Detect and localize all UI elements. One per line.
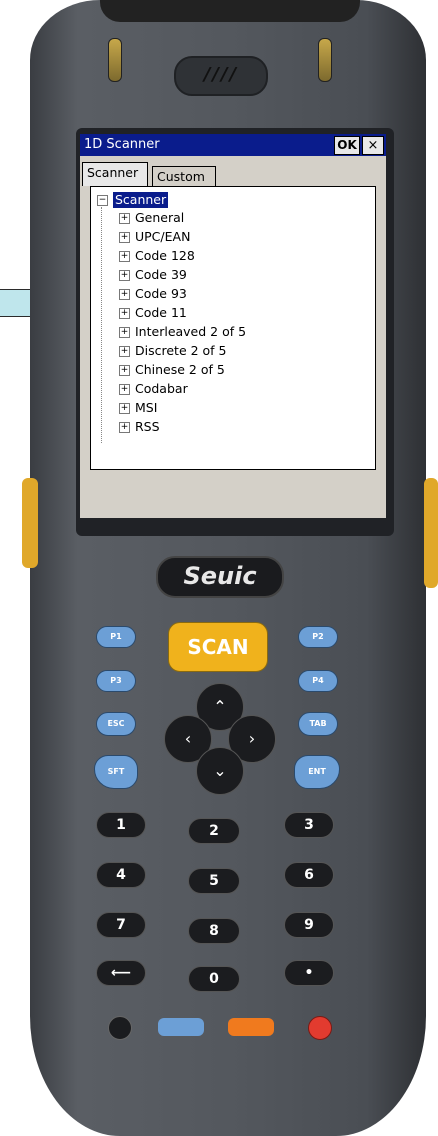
- expand-icon[interactable]: +: [119, 270, 130, 281]
- tree-item-label: Code 39: [135, 267, 187, 282]
- left-indicator-led: [108, 38, 122, 82]
- right-indicator-led: [318, 38, 332, 82]
- key-7[interactable]: 7: [96, 912, 146, 938]
- key-8[interactable]: 8: [188, 918, 240, 944]
- tree-item-label: Code 128: [135, 248, 195, 263]
- key-label: 0: [209, 971, 219, 987]
- tree-item-label: Codabar: [135, 381, 188, 396]
- p4-key[interactable]: P4: [298, 670, 338, 692]
- expand-icon[interactable]: +: [119, 232, 130, 243]
- tree-item-label: MSI: [135, 400, 158, 415]
- key-label: 4: [116, 867, 126, 883]
- key-label: 8: [209, 923, 219, 939]
- tree-item-label: Code 93: [135, 286, 187, 301]
- key-3[interactable]: 3: [284, 812, 334, 838]
- key-label: 7: [116, 917, 126, 933]
- power-key[interactable]: [308, 1016, 332, 1040]
- expand-icon[interactable]: +: [119, 422, 130, 433]
- scanner-tree-view[interactable]: − Scanner + General + UPC/EAN + Code 128 + C…: [90, 186, 376, 470]
- tree-item-label: Code 11: [135, 305, 187, 320]
- key-label: ⟵: [110, 965, 132, 981]
- tree-item-label: RSS: [135, 419, 160, 434]
- key-6[interactable]: 6: [284, 862, 334, 888]
- p2-key[interactable]: P2: [298, 626, 338, 648]
- tree-item-label: Chinese 2 of 5: [135, 362, 225, 377]
- backlight-key[interactable]: [108, 1016, 132, 1040]
- key-label: 9: [304, 917, 314, 933]
- tree-item-label: General: [135, 210, 185, 225]
- p3-key[interactable]: P3: [96, 670, 136, 692]
- close-button[interactable]: ×: [362, 136, 384, 155]
- dot-key[interactable]: •: [284, 960, 334, 986]
- key-label: 3: [304, 817, 314, 833]
- left-side-button[interactable]: [22, 478, 38, 568]
- down-arrow-key[interactable]: ⌄: [196, 747, 244, 795]
- tab-scanner[interactable]: Scanner: [82, 162, 148, 186]
- shift-key[interactable]: SFT: [94, 755, 138, 789]
- expand-icon[interactable]: +: [119, 213, 130, 224]
- expand-icon[interactable]: +: [119, 365, 130, 376]
- expand-icon[interactable]: +: [119, 289, 130, 300]
- tab-key[interactable]: TAB: [298, 712, 338, 736]
- key-9[interactable]: 9: [284, 912, 334, 938]
- expand-icon[interactable]: +: [119, 308, 130, 319]
- ok-button[interactable]: OK: [334, 136, 360, 155]
- backspace-key[interactable]: ⟵: [96, 960, 146, 986]
- key-5[interactable]: 5: [188, 868, 240, 894]
- expand-icon[interactable]: +: [119, 327, 130, 338]
- device-top-cap: [100, 0, 360, 22]
- blue-function-key[interactable]: [158, 1018, 204, 1036]
- key-4[interactable]: 4: [96, 862, 146, 888]
- scan-key[interactable]: SCAN: [168, 622, 268, 672]
- key-label: 1: [116, 817, 126, 833]
- title-bar: 1D Scanner OK ×: [80, 134, 386, 156]
- device-screen: 1D Scanner OK × Scanner Custom − Scanner…: [80, 134, 386, 518]
- window-title: 1D Scanner: [84, 137, 160, 152]
- expand-icon[interactable]: +: [119, 403, 130, 414]
- key-0[interactable]: 0: [188, 966, 240, 992]
- esc-key[interactable]: ESC: [96, 712, 136, 736]
- right-side-button[interactable]: [424, 478, 438, 588]
- key-2[interactable]: 2: [188, 818, 240, 844]
- tree-item-label: Interleaved 2 of 5: [135, 324, 247, 339]
- tree-item-label: Discrete 2 of 5: [135, 343, 227, 358]
- navigation-dpad: ⌃ ‹ › ⌄: [164, 683, 276, 795]
- speaker-grille: ////: [174, 56, 268, 96]
- key-label: •: [304, 965, 314, 981]
- key-label: 2: [209, 823, 219, 839]
- tree-connector-line: [101, 207, 102, 443]
- expand-icon[interactable]: +: [119, 384, 130, 395]
- p1-key[interactable]: P1: [96, 626, 136, 648]
- key-1[interactable]: 1: [96, 812, 146, 838]
- tree-root-label: Scanner: [113, 192, 169, 208]
- tree-item-label: UPC/EAN: [135, 229, 191, 244]
- key-label: 6: [304, 867, 314, 883]
- tab-custom[interactable]: Custom: [152, 166, 216, 188]
- expand-icon[interactable]: +: [119, 346, 130, 357]
- key-label: 5: [209, 873, 219, 889]
- enter-key[interactable]: ENT: [294, 755, 340, 789]
- brand-logo: Seuic: [156, 556, 284, 598]
- collapse-icon[interactable]: −: [97, 195, 108, 206]
- expand-icon[interactable]: +: [119, 251, 130, 262]
- orange-function-key[interactable]: [228, 1018, 274, 1036]
